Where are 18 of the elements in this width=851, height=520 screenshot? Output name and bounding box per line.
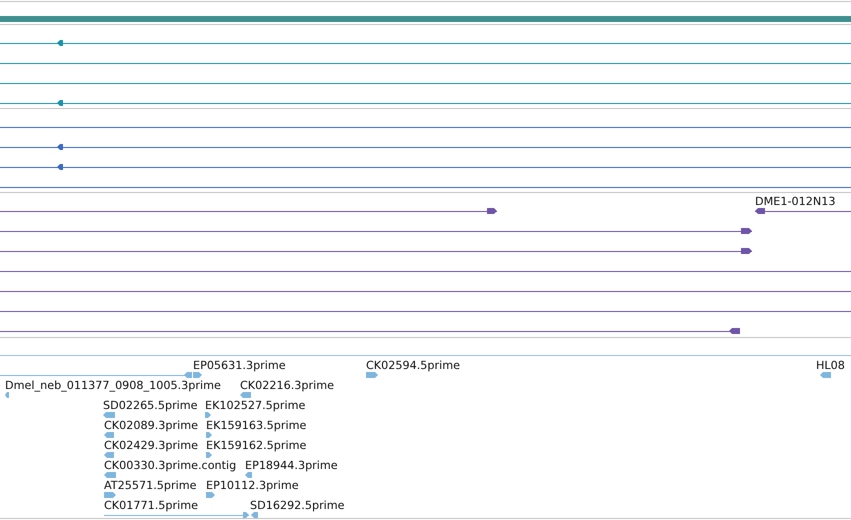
feature-label[interactable]: CK01771.5prime — [104, 499, 198, 512]
feature-label[interactable]: DME1-012N13 — [755, 195, 836, 208]
feature-label[interactable]: CK02089.3prime — [104, 419, 198, 432]
feature-label[interactable]: SD02265.5prime — [103, 399, 198, 412]
feature-label[interactable]: EK159163.5prime — [206, 419, 306, 432]
feature-label[interactable]: EK159162.5prime — [206, 439, 306, 452]
feature-label[interactable]: EK102527.5prime — [205, 399, 306, 412]
feature-label[interactable]: EP05631.3prime — [193, 359, 286, 372]
feature-label[interactable]: EP10112.3prime — [206, 479, 299, 492]
feature-label[interactable]: CK02216.3prime — [240, 379, 334, 392]
feature-label[interactable]: CK00330.3prime.contig — [104, 459, 236, 472]
feature-label[interactable]: AT25571.5prime — [104, 479, 196, 492]
feature-label[interactable]: Dmel_neb_011377_0908_1005.3prime — [5, 379, 221, 392]
feature-label[interactable]: EP18944.3prime — [245, 459, 338, 472]
feature-label[interactable]: HL08 — [816, 359, 845, 372]
feature-label[interactable]: SD16292.5prime — [250, 499, 345, 512]
feature-label[interactable]: CK02594.5prime — [366, 359, 460, 372]
feature-label[interactable]: CK02429.3prime — [104, 439, 198, 452]
